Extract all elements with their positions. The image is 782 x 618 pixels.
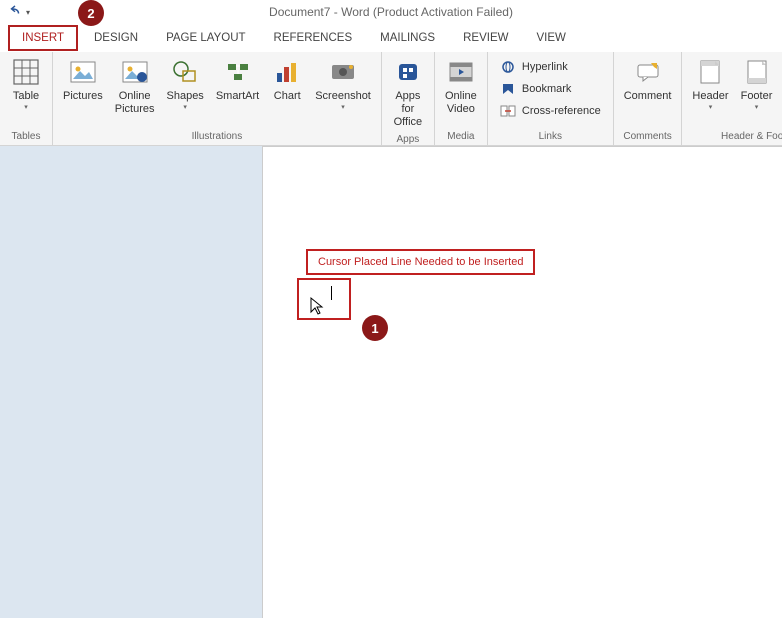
online-video-button[interactable]: Online Video: [439, 54, 483, 118]
cross-reference-button[interactable]: Cross-reference: [496, 100, 605, 122]
header-icon: [694, 56, 726, 88]
screenshot-button[interactable]: Screenshot ▾: [309, 54, 377, 113]
qat-customize-icon[interactable]: ▾: [26, 8, 30, 17]
ribbon-content: Table ▾ Tables Pictures Online Pictures …: [0, 52, 782, 146]
tab-references[interactable]: REFERENCES: [262, 27, 365, 49]
tab-view[interactable]: VIEW: [524, 27, 577, 49]
group-label-header-footer: Header & Footer: [686, 129, 782, 145]
bookmark-button[interactable]: Bookmark: [496, 78, 605, 100]
ribbon-tabs: INSERT DESIGN PAGE LAYOUT REFERENCES MAI…: [0, 24, 782, 52]
shapes-icon: [169, 56, 201, 88]
group-label-tables: Tables: [4, 129, 48, 145]
apps-icon: [392, 56, 424, 88]
table-icon: [10, 56, 42, 88]
group-label-comments: Comments: [618, 129, 678, 145]
comment-button[interactable]: Comment: [618, 54, 678, 105]
document-area[interactable]: [262, 146, 782, 618]
chart-icon: [271, 56, 303, 88]
chart-button[interactable]: Chart: [265, 54, 309, 105]
chevron-down-icon: ▾: [341, 103, 345, 111]
step-badge-1: 1: [362, 315, 388, 341]
page-number-button[interactable]: # Page Number ▾: [779, 54, 782, 126]
hyperlink-button[interactable]: Hyperlink: [496, 56, 605, 78]
header-button[interactable]: Header ▾: [686, 54, 734, 113]
annotation-cursor-box: [297, 278, 351, 320]
pictures-icon: [67, 56, 99, 88]
tab-review[interactable]: REVIEW: [451, 27, 520, 49]
tab-page-layout[interactable]: PAGE LAYOUT: [154, 27, 257, 49]
chevron-down-icon: ▾: [24, 103, 28, 111]
navigation-panel: [0, 146, 262, 618]
table-button[interactable]: Table ▾: [4, 54, 48, 113]
footer-icon: [741, 56, 773, 88]
pictures-button[interactable]: Pictures: [57, 54, 109, 105]
online-pictures-button[interactable]: Online Pictures: [109, 54, 161, 118]
footer-button[interactable]: Footer ▾: [735, 54, 779, 113]
smartart-button[interactable]: SmartArt: [210, 54, 265, 105]
chevron-down-icon: ▾: [755, 103, 759, 111]
group-label-links: Links: [492, 129, 609, 145]
hyperlink-icon: [500, 59, 516, 75]
screenshot-icon: [327, 56, 359, 88]
smartart-icon: [222, 56, 254, 88]
text-cursor: [331, 286, 332, 300]
annotation-callout-label: Cursor Placed Line Needed to be Inserted: [306, 249, 535, 275]
step-badge-2: 2: [78, 0, 104, 26]
undo-icon[interactable]: [8, 3, 22, 22]
cursor-arrow-icon: [309, 296, 325, 316]
group-label-media: Media: [439, 129, 483, 145]
chevron-down-icon: ▾: [183, 103, 187, 111]
apps-for-office-button[interactable]: Apps for Office: [386, 54, 430, 132]
comment-icon: [632, 56, 664, 88]
shapes-button[interactable]: Shapes ▾: [161, 54, 210, 113]
tab-design[interactable]: DESIGN: [82, 27, 150, 49]
window-title: Document7 - Word (Product Activation Fai…: [269, 5, 513, 19]
bookmark-icon: [500, 81, 516, 97]
cross-reference-icon: [500, 103, 516, 119]
online-pictures-icon: [119, 56, 151, 88]
tab-insert[interactable]: INSERT: [8, 25, 78, 51]
chevron-down-icon: ▾: [709, 103, 713, 111]
group-label-illustrations: Illustrations: [57, 129, 377, 145]
video-icon: [445, 56, 477, 88]
tab-mailings[interactable]: MAILINGS: [368, 27, 447, 49]
